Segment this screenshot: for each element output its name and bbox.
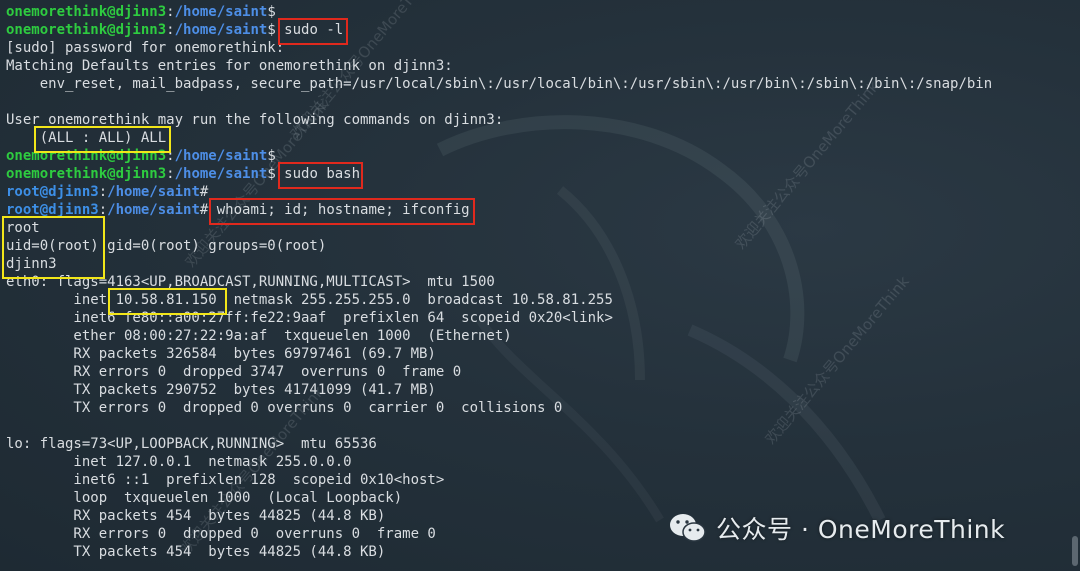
output-text: [sudo] password for onemorethink: [6,40,285,56]
prompt-user-host: root@djinn3 [6,184,99,200]
output-text: RX packets 326584 bytes 69797461 (69.7 M… [6,346,436,362]
prompt-symbol: $ [267,166,276,182]
prompt-path: /home/saint [174,166,268,182]
terminal-window[interactable]: 欢迎关注公众号OneMoreThink 欢迎关注公众号OneMoreThink … [0,0,1080,571]
wechat-watermark: 公众号 · OneMoreThink [668,510,1005,546]
terminal-line: RX packets 326584 bytes 69797461 (69.7 M… [6,345,992,363]
highlight-identity-output [2,216,105,279]
terminal-line: inet6 ::1 prefixlen 128 scopeid 0x10<hos… [6,471,992,489]
prompt-symbol: # [199,184,209,200]
terminal-line: loop txqueuelen 1000 (Local Loopback) [6,489,992,507]
output-text: inet6 fe80::a00:27ff:fe22:9aaf prefixlen… [6,310,613,326]
terminal-line: env_reset, mail_badpass, secure_path=/us… [6,75,992,93]
terminal-line: onemorethink@djinn3:/home/saint$ sudo -l [6,21,992,39]
scrollbar-thumb[interactable] [1072,536,1078,566]
output-text: env_reset, mail_badpass, secure_path=/us… [6,76,993,92]
output-text: loop txqueuelen 1000 (Local Loopback) [6,490,403,506]
prompt-symbol: $ [267,148,276,164]
highlight-sudo-l [278,18,348,45]
output-text: inet 127.0.0.1 netmask 255.0.0.0 [6,454,352,470]
terminal-line: root@djinn3:/home/saint# whoami; id; hos… [6,201,992,219]
output-text: lo: flags=73<UP,LOOPBACK,RUNNING> mtu 65… [6,436,377,452]
terminal-line: TX packets 290752 bytes 41741099 (41.7 M… [6,381,992,399]
prompt-user-host: onemorethink@djinn3 [6,22,167,38]
prompt-separator: : [166,4,175,20]
terminal-line: uid=0(root) gid=0(root) groups=0(root) [6,237,992,255]
terminal-line: lo: flags=73<UP,LOOPBACK,RUNNING> mtu 65… [6,435,992,453]
highlight-sudo-bash [278,162,363,189]
prompt-separator: : [166,166,175,182]
output-text: TX packets 454 bytes 44825 (44.8 KB) [6,544,386,560]
prompt-symbol: $ [267,22,276,38]
terminal-line: onemorethink@djinn3:/home/saint$ sudo ba… [6,165,992,183]
highlight-whoami-cmd [209,198,475,225]
terminal-line: onemorethink@djinn3:/home/saint$ [6,3,992,21]
terminal-line: inet 127.0.0.1 netmask 255.0.0.0 [6,453,992,471]
prompt-path: /home/saint [107,202,200,218]
prompt-user-host: onemorethink@djinn3 [6,166,167,182]
output-text: inet 10.58.81.150 netmask 255.255.255.0 … [6,292,613,308]
terminal-line: Matching Defaults entries for onemorethi… [6,57,992,75]
output-text: TX packets 290752 bytes 41741099 (41.7 M… [6,382,436,398]
output-text: inet6 ::1 prefixlen 128 scopeid 0x10<hos… [6,472,445,488]
prompt-symbol: $ [267,4,276,20]
terminal-line: RX errors 0 dropped 3747 overruns 0 fram… [6,363,992,381]
output-text: RX packets 454 bytes 44825 (44.8 KB) [6,508,386,524]
terminal-line: ether 08:00:27:22:9a:af txqueuelen 1000 … [6,327,992,345]
terminal-line: [sudo] password for onemorethink: [6,39,992,57]
output-text: RX errors 0 dropped 3747 overruns 0 fram… [6,364,462,380]
prompt-path: /home/saint [107,184,200,200]
wechat-icon [670,514,706,542]
terminal-line: TX errors 0 dropped 0 overruns 0 carrier… [6,399,992,417]
output-text: Matching Defaults entries for onemorethi… [6,58,453,74]
output-text: TX errors 0 dropped 0 overruns 0 carrier… [6,400,563,416]
highlight-ip-address [108,288,227,315]
terminal-line: djinn3 [6,255,992,273]
terminal-line: root@djinn3:/home/saint# [6,183,992,201]
output-text: ether 08:00:27:22:9a:af txqueuelen 1000 … [6,328,512,344]
prompt-path: /home/saint [174,4,268,20]
wechat-label: 公众号 · OneMoreThink [716,515,1006,544]
output-text: RX errors 0 dropped 0 overruns 0 frame 0 [6,526,436,542]
prompt-path: /home/saint [174,22,268,38]
terminal-output[interactable]: onemorethink@djinn3:/home/saint$ onemoret… [6,3,992,561]
prompt-user-host: onemorethink@djinn3 [6,4,167,20]
prompt-separator: : [98,184,108,200]
prompt-path: /home/saint [174,148,268,164]
prompt-separator: : [166,22,175,38]
terminal-line: root [6,219,992,237]
highlight-all-all [34,126,171,153]
